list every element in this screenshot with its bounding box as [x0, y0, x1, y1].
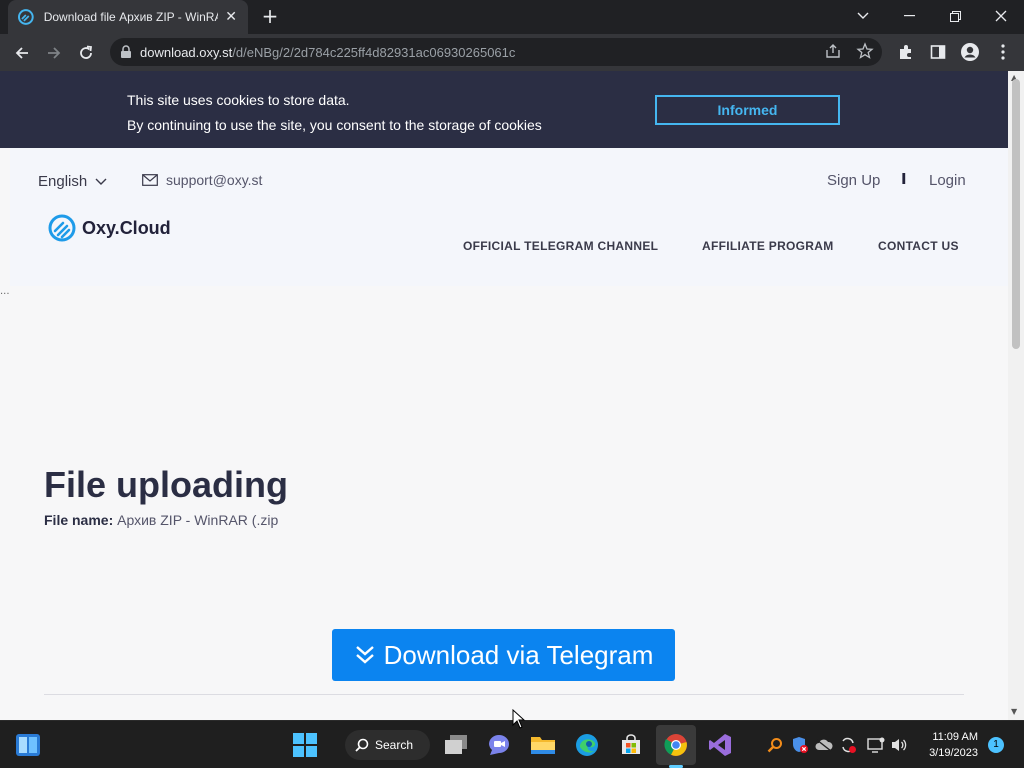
file-name-value: Архив ZIP - WinRAR (.zip — [117, 512, 279, 528]
nav-telegram-channel[interactable]: OFFICIAL TELEGRAM CHANNEL — [463, 239, 658, 253]
new-tab-button[interactable]: + — [258, 5, 282, 29]
divider — [44, 694, 964, 695]
page-scrollbar[interactable]: ▲ ▼ — [1008, 71, 1024, 720]
volume-icon[interactable] — [890, 735, 910, 755]
taskbar-search-label: Search — [375, 738, 414, 752]
download-telegram-button[interactable]: Download via Telegram — [332, 629, 675, 681]
close-window-button[interactable] — [978, 0, 1024, 32]
tray-onedrive-cloud-icon[interactable] — [814, 735, 834, 755]
nav-affiliate-program[interactable]: AFFILIATE PROGRAM — [702, 239, 834, 253]
notification-badge[interactable]: 1 — [988, 737, 1004, 753]
web-page: This site uses cookies to store data. By… — [0, 71, 1008, 720]
url-text: download.oxy.st/d/eNBg/2/2d784c225ff4d82… — [140, 44, 516, 60]
sign-up-link[interactable]: Sign Up — [827, 172, 880, 189]
tab-search-chevron-icon[interactable] — [840, 0, 886, 32]
edge-browser-icon[interactable] — [571, 729, 603, 761]
chrome-browser-icon[interactable] — [660, 729, 692, 761]
microsoft-store-icon[interactable] — [615, 729, 647, 761]
task-view-icon[interactable] — [440, 729, 472, 761]
side-panel-icon[interactable] — [927, 41, 949, 63]
address-bar[interactable]: download.oxy.st/d/eNBg/2/2d784c225ff4d82… — [110, 38, 882, 66]
browser-toolbar: download.oxy.st/d/eNBg/2/2d784c225ff4d82… — [0, 34, 1024, 71]
extensions-puzzle-icon[interactable] — [895, 41, 917, 63]
clock-date: 3/19/2023 — [929, 747, 978, 759]
language-label: English — [38, 173, 88, 190]
minimize-button[interactable] — [886, 0, 932, 32]
tray-magnifier-icon[interactable] — [765, 735, 785, 755]
browser-tab[interactable]: Download file Архив ZIP - WinRAR (.zip ✕ — [8, 0, 248, 34]
download-button-label: Download via Telegram — [383, 639, 654, 670]
widgets-icon[interactable] — [12, 729, 44, 761]
cookie-informed-button[interactable]: Informed — [655, 95, 840, 125]
tab-title: Download file Архив ZIP - WinRAR (.zip — [43, 10, 219, 24]
oxy-cloud-logo[interactable]: Oxy.Cloud — [48, 214, 171, 242]
back-button[interactable] — [8, 39, 36, 67]
support-email-link[interactable]: support@oxy.st — [142, 172, 262, 188]
chevron-down-icon — [95, 178, 107, 185]
network-icon[interactable] — [866, 735, 886, 755]
share-icon[interactable] — [824, 42, 842, 64]
cookie-line-2: By continuing to use the site, you conse… — [127, 117, 542, 133]
browser-menu-icon[interactable] — [992, 41, 1014, 63]
taskbar-search[interactable]: Search — [345, 730, 430, 760]
start-windows-icon[interactable] — [289, 729, 321, 761]
search-icon — [355, 738, 369, 752]
ellipsis-text: ... — [0, 286, 10, 297]
forward-button[interactable] — [40, 39, 68, 67]
oxy-cloud-favicon-icon — [18, 9, 34, 25]
file-name-label: File name: — [44, 512, 114, 528]
mail-icon — [142, 174, 158, 186]
reload-button[interactable] — [72, 39, 100, 67]
double-chevron-down-icon — [355, 646, 374, 664]
cookie-line-1: This site uses cookies to store data. — [127, 92, 350, 108]
mouse-cursor-icon — [512, 709, 526, 729]
file-name: File name: Архив ZIP - WinRAR (.zip — [44, 512, 278, 528]
site-header: English support@oxy.st Oxy.Cloud Sign Up… — [10, 148, 1008, 286]
nav-contact-us[interactable]: CONTACT US — [878, 239, 959, 253]
tray-security-shield-icon[interactable] — [790, 735, 810, 755]
auth-separator: I — [901, 170, 907, 188]
taskbar-clock[interactable]: 11:09 AM 3/19/2023 — [918, 729, 978, 761]
login-link[interactable]: Login — [929, 172, 966, 189]
cookie-message: This site uses cookies to store data. By… — [127, 88, 542, 138]
cookie-banner: This site uses cookies to store data. By… — [0, 71, 1008, 148]
restore-button[interactable] — [932, 0, 978, 32]
support-email-text: support@oxy.st — [166, 172, 263, 188]
clock-time: 11:09 AM — [932, 731, 978, 743]
scroll-down-arrow-icon[interactable]: ▼ — [1011, 707, 1017, 716]
scroll-thumb[interactable] — [1012, 79, 1020, 349]
visual-studio-icon[interactable] — [704, 729, 736, 761]
language-selector[interactable]: English — [38, 173, 107, 190]
oxy-cloud-logo-icon — [48, 214, 76, 242]
page-title: File uploading — [44, 464, 288, 505]
tab-close-icon[interactable]: ✕ — [224, 9, 238, 25]
logo-text: Oxy.Cloud — [82, 217, 171, 238]
tray-sync-icon[interactable] — [838, 735, 858, 755]
profile-avatar-icon[interactable] — [959, 41, 981, 63]
tab-strip: Download file Архив ZIP - WinRAR (.zip ✕… — [0, 0, 1024, 34]
file-explorer-icon[interactable] — [527, 729, 559, 761]
lock-icon — [121, 45, 131, 58]
bookmark-star-icon[interactable] — [856, 42, 874, 64]
teams-chat-icon[interactable] — [483, 729, 515, 761]
